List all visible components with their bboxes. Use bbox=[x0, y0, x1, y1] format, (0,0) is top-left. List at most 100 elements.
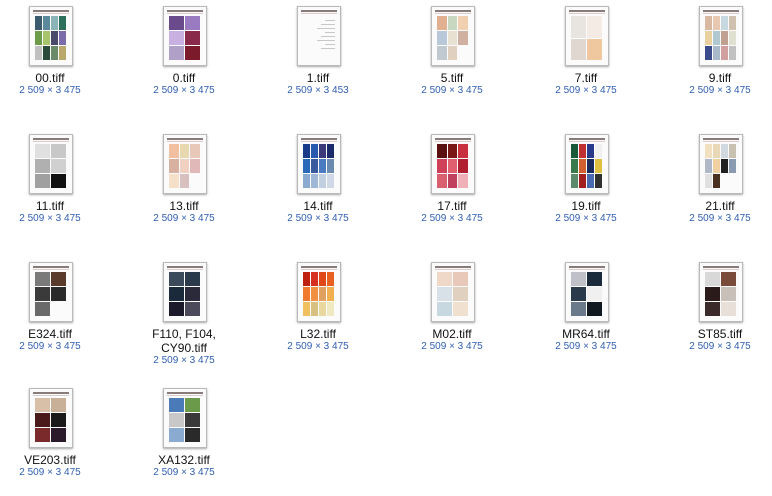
file-thumbnail-frame[interactable] bbox=[134, 4, 234, 68]
file-thumbnail-frame[interactable] bbox=[268, 260, 368, 324]
tiff-document-thumbnail-icon[interactable] bbox=[565, 134, 609, 194]
file-name-label[interactable]: F110, F104, CY90.tiff bbox=[134, 327, 234, 355]
tiff-document-thumbnail-icon[interactable] bbox=[431, 134, 475, 194]
file-name-label[interactable]: 7.tiff bbox=[536, 71, 636, 85]
thumbnail-swatch bbox=[437, 287, 452, 301]
file-name-label[interactable]: 1.tiff bbox=[268, 71, 368, 85]
file-dimensions-label: 2 509 × 3 475 bbox=[153, 213, 215, 224]
thumbnail-header-band bbox=[167, 10, 203, 12]
file-name-label[interactable]: VE203.tiff bbox=[0, 453, 100, 467]
file-thumbnail-frame[interactable] bbox=[536, 260, 636, 324]
file-item-1-tiff[interactable]: 1.tiff 2 509 × 3 453 bbox=[268, 4, 368, 97]
file-item-e324-tiff[interactable]: E324.tiff 2 509 × 3 475 bbox=[0, 260, 100, 353]
file-thumbnail-frame[interactable] bbox=[402, 4, 502, 68]
thumbnail-swatch bbox=[587, 159, 594, 173]
file-name-label[interactable]: 00.tiff bbox=[0, 71, 100, 85]
thumbnail-swatch bbox=[59, 31, 66, 45]
thumbnail-swatch bbox=[35, 31, 42, 45]
file-name-label[interactable]: 11.tiff bbox=[0, 199, 100, 213]
tiff-document-thumbnail-icon[interactable] bbox=[163, 262, 207, 322]
file-item-mr64-tiff[interactable]: MR64.tiff 2 509 × 3 475 bbox=[536, 260, 636, 353]
file-item-xa132-tiff[interactable]: XA132.tiff 2 509 × 3 475 bbox=[134, 386, 234, 479]
thumbnail-swatch-area bbox=[303, 16, 335, 61]
file-thumbnail-frame[interactable] bbox=[536, 4, 636, 68]
tiff-document-thumbnail-icon[interactable] bbox=[699, 262, 743, 322]
file-thumbnail-frame[interactable] bbox=[268, 132, 368, 196]
file-thumbnail-frame[interactable] bbox=[268, 4, 368, 68]
thumbnail-header-band bbox=[33, 10, 69, 12]
file-item-00-tiff[interactable]: 00.tiff 2 509 × 3 475 bbox=[0, 4, 100, 97]
file-thumbnail-frame[interactable] bbox=[536, 132, 636, 196]
thumbnail-swatch bbox=[705, 144, 712, 158]
file-name-label[interactable]: 17.tiff bbox=[402, 199, 502, 213]
file-thumbnail-frame[interactable] bbox=[134, 260, 234, 324]
thumbnail-swatch bbox=[169, 398, 184, 412]
thumbnail-swatch-area bbox=[705, 16, 737, 61]
thumbnail-swatch bbox=[571, 272, 586, 286]
file-thumbnail-frame[interactable] bbox=[0, 132, 100, 196]
thumbnail-swatch bbox=[35, 46, 42, 60]
file-item-19-tiff[interactable]: 19.tiff 2 509 × 3 475 bbox=[536, 132, 636, 225]
file-name-label[interactable]: 21.tiff bbox=[670, 199, 770, 213]
thumbnail-swatch bbox=[447, 16, 458, 30]
tiff-document-thumbnail-icon[interactable] bbox=[565, 262, 609, 322]
tiff-document-thumbnail-icon[interactable] bbox=[297, 262, 341, 322]
file-name-label[interactable]: 19.tiff bbox=[536, 199, 636, 213]
file-item-7-tiff[interactable]: 7.tiff 2 509 × 3 475 bbox=[536, 4, 636, 97]
file-item-f110-f104-cy90-tiff[interactable]: F110, F104, CY90.tiff 2 509 × 3 475 bbox=[134, 260, 234, 367]
tiff-document-thumbnail-icon[interactable] bbox=[699, 134, 743, 194]
thumbnail-swatch-area bbox=[437, 16, 469, 61]
file-item-14-tiff[interactable]: 14.tiff 2 509 × 3 475 bbox=[268, 132, 368, 225]
thumbnail-swatch bbox=[447, 159, 458, 173]
file-thumbnail-frame[interactable] bbox=[402, 260, 502, 324]
file-item-13-tiff[interactable]: 13.tiff 2 509 × 3 475 bbox=[134, 132, 234, 225]
tiff-document-thumbnail-icon[interactable] bbox=[431, 262, 475, 322]
tiff-document-thumbnail-icon[interactable] bbox=[431, 6, 475, 66]
file-name-label[interactable]: 9.tiff bbox=[670, 71, 770, 85]
tiff-document-thumbnail-icon[interactable] bbox=[163, 134, 207, 194]
file-thumbnail-frame[interactable] bbox=[0, 4, 100, 68]
file-thumbnail-frame[interactable] bbox=[670, 4, 770, 68]
tiff-document-thumbnail-icon[interactable] bbox=[29, 388, 73, 448]
file-name-label[interactable]: MR64.tiff bbox=[536, 327, 636, 341]
file-item-17-tiff[interactable]: 17.tiff 2 509 × 3 475 bbox=[402, 132, 502, 225]
tiff-document-thumbnail-icon[interactable] bbox=[297, 134, 341, 194]
tiff-document-thumbnail-icon[interactable] bbox=[565, 6, 609, 66]
file-name-label[interactable]: L32.tiff bbox=[268, 327, 368, 341]
file-item-ve203-tiff[interactable]: VE203.tiff 2 509 × 3 475 bbox=[0, 386, 100, 479]
file-item-m02-tiff[interactable]: M02.tiff 2 509 × 3 475 bbox=[402, 260, 502, 353]
tiff-document-thumbnail-icon[interactable] bbox=[163, 388, 207, 448]
thumbnail-header-band bbox=[569, 266, 605, 268]
file-name-label[interactable]: M02.tiff bbox=[402, 327, 502, 341]
file-item-21-tiff[interactable]: 21.tiff 2 509 × 3 475 bbox=[670, 132, 770, 225]
file-thumbnail-frame[interactable] bbox=[0, 386, 100, 450]
thumbnail-header-band bbox=[569, 138, 605, 140]
file-thumbnail-frame[interactable] bbox=[670, 132, 770, 196]
tiff-document-thumbnail-icon[interactable] bbox=[29, 6, 73, 66]
file-item-0-tiff[interactable]: 0.tiff 2 509 × 3 475 bbox=[134, 4, 234, 97]
thumbnail-swatch bbox=[169, 159, 179, 173]
file-name-label[interactable]: E324.tiff bbox=[0, 327, 100, 341]
file-thumbnail-frame[interactable] bbox=[402, 132, 502, 196]
file-item-5-tiff[interactable]: 5.tiff 2 509 × 3 475 bbox=[402, 4, 502, 97]
file-name-label[interactable]: 13.tiff bbox=[134, 199, 234, 213]
tiff-document-thumbnail-icon[interactable] bbox=[297, 6, 341, 66]
file-item-9-tiff[interactable]: 9.tiff 2 509 × 3 475 bbox=[670, 4, 770, 97]
file-thumbnail-frame[interactable] bbox=[134, 132, 234, 196]
file-item-l32-tiff[interactable]: L32.tiff 2 509 × 3 475 bbox=[268, 260, 368, 353]
file-name-label[interactable]: 5.tiff bbox=[402, 71, 502, 85]
file-thumbnail-frame[interactable] bbox=[670, 260, 770, 324]
file-item-st85-tiff[interactable]: ST85.tiff 2 509 × 3 475 bbox=[670, 260, 770, 353]
tiff-document-thumbnail-icon[interactable] bbox=[163, 6, 207, 66]
tiff-document-thumbnail-icon[interactable] bbox=[29, 262, 73, 322]
thumbnail-swatch bbox=[447, 174, 458, 188]
file-thumbnail-frame[interactable] bbox=[0, 260, 100, 324]
file-name-label[interactable]: 14.tiff bbox=[268, 199, 368, 213]
file-thumbnail-frame[interactable] bbox=[134, 386, 234, 450]
file-item-11-tiff[interactable]: 11.tiff 2 509 × 3 475 bbox=[0, 132, 100, 225]
file-name-label[interactable]: 0.tiff bbox=[134, 71, 234, 85]
file-name-label[interactable]: XA132.tiff bbox=[134, 453, 234, 467]
tiff-document-thumbnail-icon[interactable] bbox=[29, 134, 73, 194]
file-name-label[interactable]: ST85.tiff bbox=[670, 327, 770, 341]
tiff-document-thumbnail-icon[interactable] bbox=[699, 6, 743, 66]
